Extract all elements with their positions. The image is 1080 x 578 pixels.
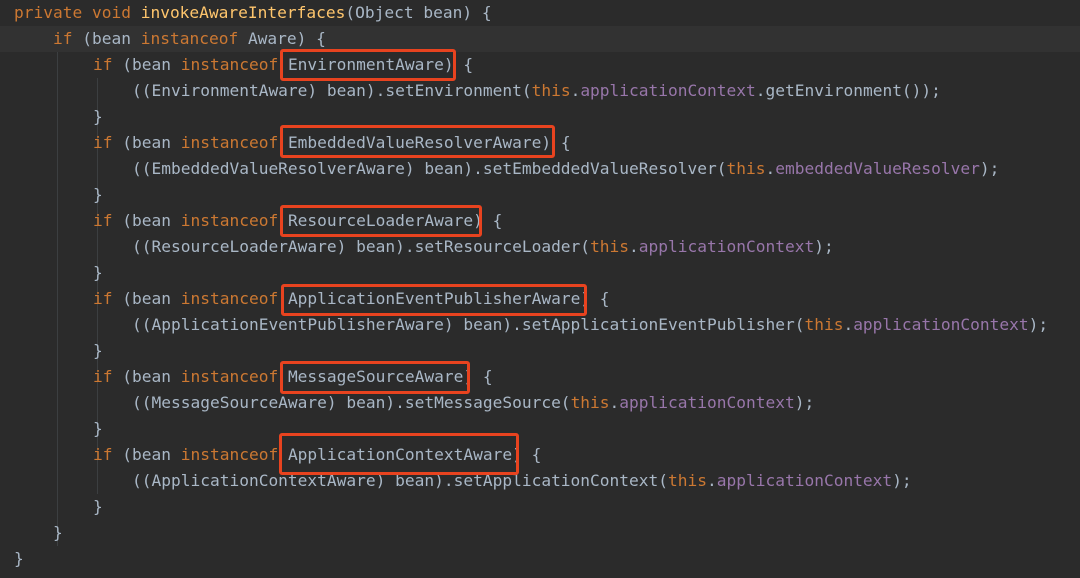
code-line[interactable]: } xyxy=(0,416,1080,442)
highlight-box-message-source-aware xyxy=(280,361,470,394)
code-line[interactable]: if (bean instanceof ResourceLoaderAware)… xyxy=(0,208,1080,234)
code-token: ); xyxy=(892,471,912,490)
code-token: this xyxy=(668,471,707,490)
code-line[interactable]: if (bean instanceof EnvironmentAware) { xyxy=(0,52,1080,78)
code-token: invokeAwareInterfaces xyxy=(140,3,346,22)
code-token: } xyxy=(93,497,103,516)
code-token: applicationContext xyxy=(580,81,756,100)
code-token: ); xyxy=(979,159,1000,178)
current-code-line[interactable]: if (bean instanceof Aware) { xyxy=(0,26,1080,52)
highlight-box-application-context-aware xyxy=(279,433,519,475)
code-token: . xyxy=(629,237,639,256)
code-line[interactable]: } xyxy=(0,182,1080,208)
code-token: } xyxy=(93,419,103,438)
code-token: . xyxy=(570,81,581,100)
code-token: ); xyxy=(814,237,834,256)
code-line[interactable]: } xyxy=(0,338,1080,364)
code-token: this xyxy=(590,237,630,256)
code-token: ((MessageSourceAware) bean).setMessageSo… xyxy=(132,393,571,412)
code-token: . xyxy=(609,393,620,412)
code-token: (Object bean) { xyxy=(345,3,492,22)
code-token: Aware) { xyxy=(247,29,326,48)
code-line[interactable]: } xyxy=(0,520,1080,546)
code-line[interactable]: ((MessageSourceAware) bean).setMessageSo… xyxy=(0,390,1080,416)
highlight-box-environment-aware xyxy=(280,49,456,81)
code-token: . xyxy=(843,315,854,334)
code-token: applicationContext xyxy=(638,237,815,256)
code-token: if xyxy=(93,289,123,308)
highlight-box-application-event-publisher-aware xyxy=(281,284,587,316)
code-token: } xyxy=(53,523,63,542)
code-editor[interactable]: private void invokeAwareInterfaces(Objec… xyxy=(0,0,1080,578)
code-token: ((EmbeddedValueResolverAware) bean).setE… xyxy=(132,159,727,178)
code-token: . xyxy=(765,159,776,178)
code-line[interactable]: ((ResourceLoaderAware) bean).setResource… xyxy=(0,234,1080,260)
code-line[interactable]: ((EmbeddedValueResolverAware) bean).setE… xyxy=(0,156,1080,182)
code-token: ); xyxy=(794,393,815,412)
code-token: this xyxy=(531,81,571,100)
code-token: } xyxy=(14,549,24,568)
code-token: instanceof xyxy=(180,211,288,230)
code-token: this xyxy=(570,393,610,412)
code-line[interactable]: ((ApplicationContextAware) bean).setAppl… xyxy=(0,468,1080,494)
code-line[interactable]: ((EnvironmentAware) bean).setEnvironment… xyxy=(0,78,1080,104)
code-line[interactable]: } xyxy=(0,260,1080,286)
highlight-box-embedded-value-resolver-aware xyxy=(280,125,555,158)
code-token: embeddedValueResolver xyxy=(775,159,980,178)
code-token: . xyxy=(707,471,717,490)
code-token: } xyxy=(93,341,103,360)
code-token: ((EnvironmentAware) bean).setEnvironment… xyxy=(132,81,532,100)
code-token: this xyxy=(804,315,844,334)
code-line[interactable]: private void invokeAwareInterfaces(Objec… xyxy=(0,0,1080,26)
code-token: instanceof xyxy=(180,289,288,308)
code-token: ((ApplicationEventPublisherAware) bean).… xyxy=(132,315,805,334)
code-token: applicationContext xyxy=(619,393,795,412)
code-token: } xyxy=(93,107,103,126)
code-token: instanceof xyxy=(180,367,288,386)
code-token: (bean xyxy=(122,211,181,230)
code-line[interactable]: } xyxy=(0,494,1080,520)
code-token: instanceof xyxy=(140,29,248,48)
code-token: (bean xyxy=(122,133,181,152)
code-token: } xyxy=(93,185,103,204)
code-token: applicationContext xyxy=(716,471,893,490)
code-token: this xyxy=(726,159,766,178)
code-token: private void xyxy=(14,3,141,22)
code-token: if xyxy=(93,445,123,464)
code-line[interactable]: } xyxy=(0,546,1080,572)
code-token: ); xyxy=(1028,315,1049,334)
code-token: .getEnvironment()); xyxy=(755,81,941,100)
code-token: instanceof xyxy=(180,133,288,152)
code-token: if xyxy=(93,367,123,386)
code-token: (bean xyxy=(122,445,181,464)
code-token: if xyxy=(93,211,123,230)
code-token: instanceof xyxy=(180,445,288,464)
code-token: (bean xyxy=(122,55,181,74)
code-token: instanceof xyxy=(180,55,288,74)
code-line[interactable]: if (bean instanceof MessageSourceAware) … xyxy=(0,364,1080,390)
code-token: } xyxy=(93,263,103,282)
code-token: (bean xyxy=(122,289,181,308)
code-token: ((ResourceLoaderAware) bean).setResource… xyxy=(132,237,591,256)
code-token: applicationContext xyxy=(853,315,1029,334)
highlight-box-resource-loader-aware xyxy=(280,205,482,237)
code-token: (bean xyxy=(122,367,181,386)
code-token: if xyxy=(93,133,123,152)
code-token: if xyxy=(53,29,83,48)
code-token: if xyxy=(93,55,123,74)
code-line[interactable]: if (bean instanceof ApplicationContextAw… xyxy=(0,442,1080,468)
code-token: (bean xyxy=(82,29,141,48)
